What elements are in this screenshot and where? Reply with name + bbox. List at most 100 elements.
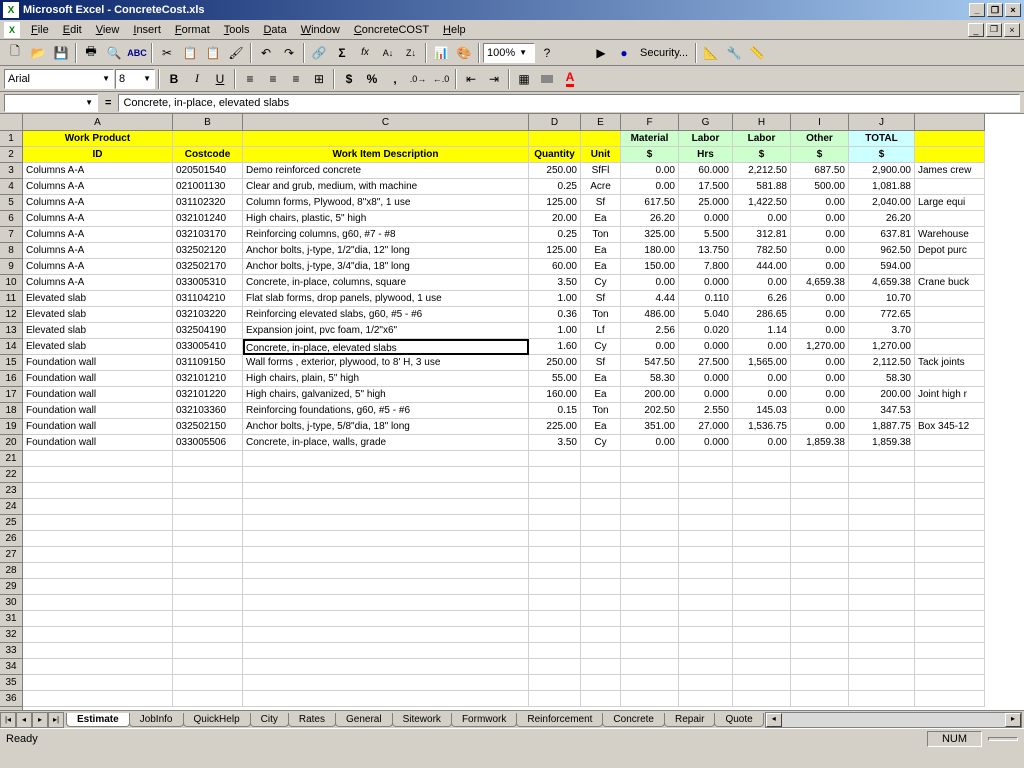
- cell-C28[interactable]: [243, 563, 529, 579]
- cell-E3[interactable]: SfFl: [581, 163, 621, 179]
- cell-D11[interactable]: 1.00: [529, 291, 581, 307]
- col-header-D[interactable]: D: [529, 114, 581, 131]
- cell-H5[interactable]: 1,422.50: [733, 195, 791, 211]
- cell-F21[interactable]: [621, 451, 679, 467]
- col-header-G[interactable]: G: [679, 114, 733, 131]
- formula-input[interactable]: Concrete, in-place, elevated slabs: [118, 94, 1020, 112]
- cell-J7[interactable]: 637.81: [849, 227, 915, 243]
- close-button[interactable]: ×: [1005, 3, 1021, 17]
- cell-H6[interactable]: 0.00: [733, 211, 791, 227]
- cell-I12[interactable]: 0.00: [791, 307, 849, 323]
- cell-C10[interactable]: Concrete, in-place, columns, square: [243, 275, 529, 291]
- select-all-button[interactable]: [0, 114, 22, 131]
- cell-C25[interactable]: [243, 515, 529, 531]
- cell-C24[interactable]: [243, 499, 529, 515]
- col-header-A[interactable]: A: [23, 114, 173, 131]
- cell-I21[interactable]: [791, 451, 849, 467]
- cell-H4[interactable]: 581.88: [733, 179, 791, 195]
- cell-D9[interactable]: 60.00: [529, 259, 581, 275]
- cell-I32[interactable]: [791, 627, 849, 643]
- cell-G1[interactable]: Labor: [679, 131, 733, 147]
- cell-A28[interactable]: [23, 563, 173, 579]
- cell-B35[interactable]: [173, 675, 243, 691]
- cell-J36[interactable]: [849, 691, 915, 707]
- cell-D14[interactable]: 1.60: [529, 339, 581, 355]
- cell-A20[interactable]: Foundation wall: [23, 435, 173, 451]
- cell-G9[interactable]: 7.800: [679, 259, 733, 275]
- cell-E29[interactable]: [581, 579, 621, 595]
- row-header-13[interactable]: 13: [0, 323, 22, 339]
- col-header-E[interactable]: E: [581, 114, 621, 131]
- cell-B30[interactable]: [173, 595, 243, 611]
- cell-C4[interactable]: Clear and grub, medium, with machine: [243, 179, 529, 195]
- row-header-3[interactable]: 3: [0, 163, 22, 179]
- run-macro-button[interactable]: ▶: [590, 42, 612, 64]
- spelling-button[interactable]: ABC: [126, 42, 148, 64]
- cell-C14[interactable]: Concrete, in-place, elevated slabs: [243, 339, 529, 355]
- menu-view[interactable]: View: [89, 22, 127, 38]
- row-header-29[interactable]: 29: [0, 579, 22, 595]
- cell-E15[interactable]: Sf: [581, 355, 621, 371]
- cell-B6[interactable]: 032101240: [173, 211, 243, 227]
- cell-G22[interactable]: [679, 467, 733, 483]
- cell-I11[interactable]: 0.00: [791, 291, 849, 307]
- cell-H30[interactable]: [733, 595, 791, 611]
- cell-J3[interactable]: 2,900.00: [849, 163, 915, 179]
- cell-K24[interactable]: [915, 499, 985, 515]
- cell-E36[interactable]: [581, 691, 621, 707]
- cell-K7[interactable]: Warehouse: [915, 227, 985, 243]
- cell-A35[interactable]: [23, 675, 173, 691]
- sheet-tab-quickhelp[interactable]: QuickHelp: [183, 713, 251, 727]
- cell-F22[interactable]: [621, 467, 679, 483]
- cell-I34[interactable]: [791, 659, 849, 675]
- cell-C18[interactable]: Reinforcing foundations, g60, #5 - #6: [243, 403, 529, 419]
- cell-C19[interactable]: Anchor bolts, j-type, 5/8"dia, 18" long: [243, 419, 529, 435]
- cell-C9[interactable]: Anchor bolts, j-type, 3/4"dia, 18" long: [243, 259, 529, 275]
- cell-G10[interactable]: 0.000: [679, 275, 733, 291]
- cell-C11[interactable]: Flat slab forms, drop panels, plywood, 1…: [243, 291, 529, 307]
- row-header-16[interactable]: 16: [0, 371, 22, 387]
- row-header-18[interactable]: 18: [0, 403, 22, 419]
- cell-E25[interactable]: [581, 515, 621, 531]
- cell-F23[interactable]: [621, 483, 679, 499]
- cell-D13[interactable]: 1.00: [529, 323, 581, 339]
- cell-K17[interactable]: Joint high r: [915, 387, 985, 403]
- cell-B15[interactable]: 031109150: [173, 355, 243, 371]
- cell-K27[interactable]: [915, 547, 985, 563]
- row-header-23[interactable]: 23: [0, 483, 22, 499]
- cell-K9[interactable]: [915, 259, 985, 275]
- menu-data[interactable]: Data: [256, 22, 293, 38]
- cell-A5[interactable]: Columns A-A: [23, 195, 173, 211]
- sheet-tab-city[interactable]: City: [250, 713, 289, 727]
- cell-I1[interactable]: Other: [791, 131, 849, 147]
- cell-H33[interactable]: [733, 643, 791, 659]
- cell-J31[interactable]: [849, 611, 915, 627]
- row-header-30[interactable]: 30: [0, 595, 22, 611]
- cell-I3[interactable]: 687.50: [791, 163, 849, 179]
- cell-C1[interactable]: [243, 131, 529, 147]
- cell-E18[interactable]: Ton: [581, 403, 621, 419]
- horizontal-scrollbar[interactable]: ◂▸: [765, 712, 1022, 728]
- cell-E13[interactable]: Lf: [581, 323, 621, 339]
- cell-E30[interactable]: [581, 595, 621, 611]
- cell-G7[interactable]: 5.500: [679, 227, 733, 243]
- paste-button[interactable]: 📋: [202, 42, 224, 64]
- vbe-button[interactable]: 📐: [700, 42, 722, 64]
- cell-I5[interactable]: 0.00: [791, 195, 849, 211]
- cell-B32[interactable]: [173, 627, 243, 643]
- cell-A24[interactable]: [23, 499, 173, 515]
- cell-F5[interactable]: 617.50: [621, 195, 679, 211]
- cell-A17[interactable]: Foundation wall: [23, 387, 173, 403]
- cell-B3[interactable]: 020501540: [173, 163, 243, 179]
- cell-D26[interactable]: [529, 531, 581, 547]
- cell-I27[interactable]: [791, 547, 849, 563]
- row-header-21[interactable]: 21: [0, 451, 22, 467]
- cell-F26[interactable]: [621, 531, 679, 547]
- cell-K13[interactable]: [915, 323, 985, 339]
- function-button[interactable]: fx: [354, 42, 376, 64]
- cell-F9[interactable]: 150.00: [621, 259, 679, 275]
- cell-E28[interactable]: [581, 563, 621, 579]
- cell-E23[interactable]: [581, 483, 621, 499]
- cell-H13[interactable]: 1.14: [733, 323, 791, 339]
- cell-A3[interactable]: Columns A-A: [23, 163, 173, 179]
